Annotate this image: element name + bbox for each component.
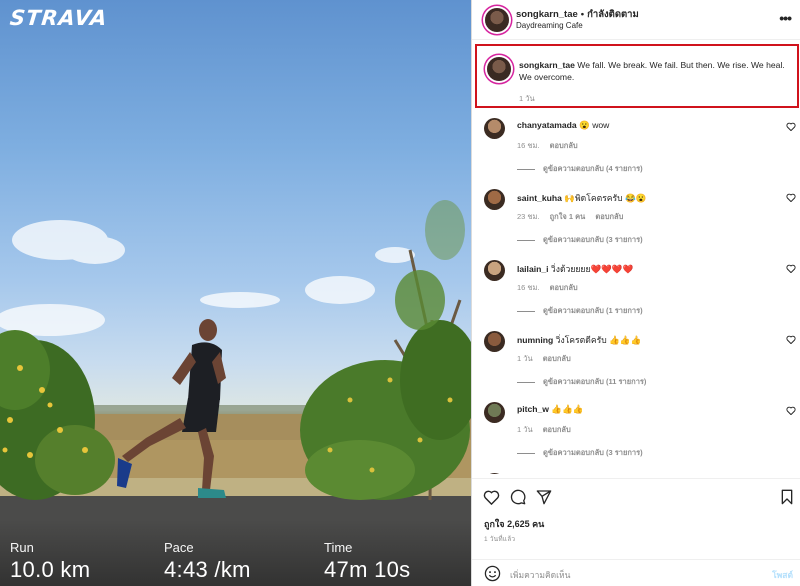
- comment-heart-icon[interactable]: [786, 122, 796, 131]
- comment-item: saint_kuha 🙌พิดโคตรครับ 😂😮 23 ชม. ถูกใจ …: [472, 185, 800, 256]
- comment-time: 23 ชม.: [517, 212, 540, 221]
- stat-pace: Pace 4:43 /km: [164, 540, 251, 583]
- stat-run: Run 10.0 km: [10, 540, 90, 583]
- comment-icon[interactable]: [510, 489, 526, 505]
- author-username[interactable]: songkarn_tae: [516, 9, 578, 20]
- reply-button[interactable]: ตอบกลับ: [550, 283, 578, 292]
- header-separator: •: [580, 9, 585, 20]
- reply-button[interactable]: ตอบกลับ: [543, 354, 571, 363]
- comments-list[interactable]: chanyatamada 😮 wow 16 ชม. ตอบกลับ ดูข้อค…: [472, 114, 800, 474]
- comment-time: 1 วัน: [517, 354, 533, 363]
- post-header: songkarn_tae • กำลังติดตาม Daydreaming Caf…: [472, 0, 800, 40]
- comment-meta: 16 ชม. ตอบกลับ: [517, 282, 586, 294]
- comment-text: วิ่งโครตดีครับ 👍👍👍: [555, 335, 642, 345]
- comment-item: pitch_w 👍👍👍 1 วัน ตอบกลับ ดูข้อความตอบกล…: [472, 398, 800, 469]
- reply-button[interactable]: ตอบกลับ: [595, 212, 623, 221]
- comment-heart-icon[interactable]: [786, 264, 796, 273]
- smiley-icon[interactable]: [484, 565, 501, 582]
- commenter-username[interactable]: chanyatamada: [517, 120, 577, 130]
- comment-input[interactable]: เพิ่มความคิดเห็น: [510, 568, 570, 582]
- location-link[interactable]: Daydreaming Cafe: [516, 21, 583, 30]
- following-button[interactable]: กำลังติดตาม: [587, 9, 639, 20]
- header-user-line: songkarn_tae • กำลังติดตาม: [516, 7, 639, 22]
- view-replies-link[interactable]: ดูข้อความตอบกลับ (3 รายการ): [517, 447, 643, 459]
- comment-body: numning วิ่งโครตดีครับ 👍👍👍: [517, 333, 777, 347]
- caption-username[interactable]: songkarn_tae: [519, 60, 575, 70]
- comment-heart-icon[interactable]: [786, 335, 796, 344]
- stat-run-label: Run: [10, 540, 34, 555]
- stat-pace-label: Pace: [164, 540, 194, 555]
- commenter-username[interactable]: numning: [517, 335, 553, 345]
- view-replies-link[interactable]: ดูข้อความตอบกลับ (1 รายการ): [517, 305, 643, 317]
- more-icon[interactable]: •••: [779, 10, 792, 26]
- commenter-avatar[interactable]: [484, 331, 505, 352]
- comment-body: lailain_i วิ่งด้วยยยย❤️❤️❤️❤️: [517, 262, 777, 276]
- comment-time: 1 วัน: [517, 425, 533, 434]
- activity-photo: STRAVA Run 10.0 km Pace 4:43 /km Time 47…: [0, 0, 471, 586]
- caption: songkarn_tae We fall. We break. We fail.…: [519, 59, 795, 83]
- post-panel: songkarn_tae • กำลังติดตาม Daydreaming Caf…: [471, 0, 800, 586]
- commenter-avatar[interactable]: [484, 473, 505, 474]
- comment-text: 🙌พิดโคตรครับ 😂😮: [564, 193, 647, 203]
- posted-time: 1 วันที่แล้ว: [484, 536, 516, 543]
- comment-meta: 1 วัน ตอบกลับ: [517, 424, 579, 436]
- bookmark-icon[interactable]: [780, 489, 794, 505]
- caption-highlight: songkarn_tae We fall. We break. We fail.…: [475, 44, 799, 108]
- comment-meta: 16 ชม. ตอบกลับ: [517, 140, 586, 152]
- commenter-avatar[interactable]: [484, 189, 505, 210]
- comment-time: 16 ชม.: [517, 283, 540, 292]
- view-replies-link[interactable]: ดูข้อความตอบกลับ (4 รายการ): [517, 163, 643, 175]
- caption-avatar[interactable]: [487, 57, 511, 81]
- post-actions: ถูกใจ 2,625 คน 1 วันที่แล้ว เพิ่มความคิด…: [472, 478, 800, 586]
- likes-count[interactable]: ถูกใจ 2,625 คน: [484, 517, 544, 531]
- running-scene-image: [0, 200, 471, 586]
- comment-item: numning วิ่งโครตดีครับ 👍👍👍 1 วัน ตอบกลับ…: [472, 327, 800, 398]
- commenter-avatar[interactable]: [484, 260, 505, 281]
- comment-body: saint_kuha 🙌พิดโคตรครับ 😂😮: [517, 191, 777, 205]
- commenter-username[interactable]: pitch_w: [517, 404, 549, 414]
- comment-item: nirakorn_thonghaivai ตามไปวิ่งบ้างครับ!!…: [472, 469, 800, 474]
- stat-time: Time 47m 10s: [324, 540, 410, 583]
- add-comment-bar: เพิ่มความคิดเห็น โพสต์: [472, 559, 800, 586]
- commenter-avatar[interactable]: [484, 402, 505, 423]
- view-replies-link[interactable]: ดูข้อความตอบกลับ (11 รายการ): [517, 376, 646, 388]
- comment-text: 😮 wow: [579, 120, 610, 130]
- comment-item: lailain_i วิ่งด้วยยยย❤️❤️❤️❤️ 16 ชม. ตอบ…: [472, 256, 800, 327]
- view-replies-link[interactable]: ดูข้อความตอบกลับ (3 รายการ): [517, 234, 643, 246]
- comment-text: 👍👍👍: [551, 404, 584, 414]
- heart-icon[interactable]: [483, 489, 500, 505]
- comment-heart-icon[interactable]: [786, 406, 796, 415]
- comment-meta: 1 วัน ตอบกลับ: [517, 353, 579, 365]
- commenter-username[interactable]: lailain_i: [517, 264, 549, 274]
- comment-body: pitch_w 👍👍👍: [517, 404, 777, 415]
- comment-body: chanyatamada 😮 wow: [517, 120, 777, 131]
- comment-text: วิ่งด้วยยยย❤️❤️❤️❤️: [550, 264, 634, 274]
- commenter-avatar[interactable]: [484, 118, 505, 139]
- stat-time-value: 47m 10s: [324, 557, 411, 582]
- share-icon[interactable]: [536, 489, 552, 505]
- caption-time: 1 วัน: [519, 94, 535, 103]
- stat-pace-value: 4:43 /km: [164, 557, 251, 582]
- comment-likes[interactable]: ถูกใจ 1 คน: [550, 212, 586, 221]
- stat-run-value: 10.0 km: [10, 557, 91, 582]
- reply-button[interactable]: ตอบกลับ: [550, 141, 578, 150]
- reply-button[interactable]: ตอบกลับ: [543, 425, 571, 434]
- comment-meta: 23 ชม. ถูกใจ 1 คน ตอบกลับ: [517, 211, 631, 223]
- comment-heart-icon[interactable]: [786, 193, 796, 202]
- post-comment-button[interactable]: โพสต์: [772, 568, 793, 582]
- comment-time: 16 ชม.: [517, 141, 540, 150]
- strava-logo: STRAVA: [8, 6, 109, 30]
- stat-time-label: Time: [324, 540, 353, 555]
- comment-item: chanyatamada 😮 wow 16 ชม. ตอบกลับ ดูข้อค…: [472, 114, 800, 185]
- commenter-username[interactable]: saint_kuha: [517, 193, 562, 203]
- author-avatar[interactable]: [485, 8, 509, 32]
